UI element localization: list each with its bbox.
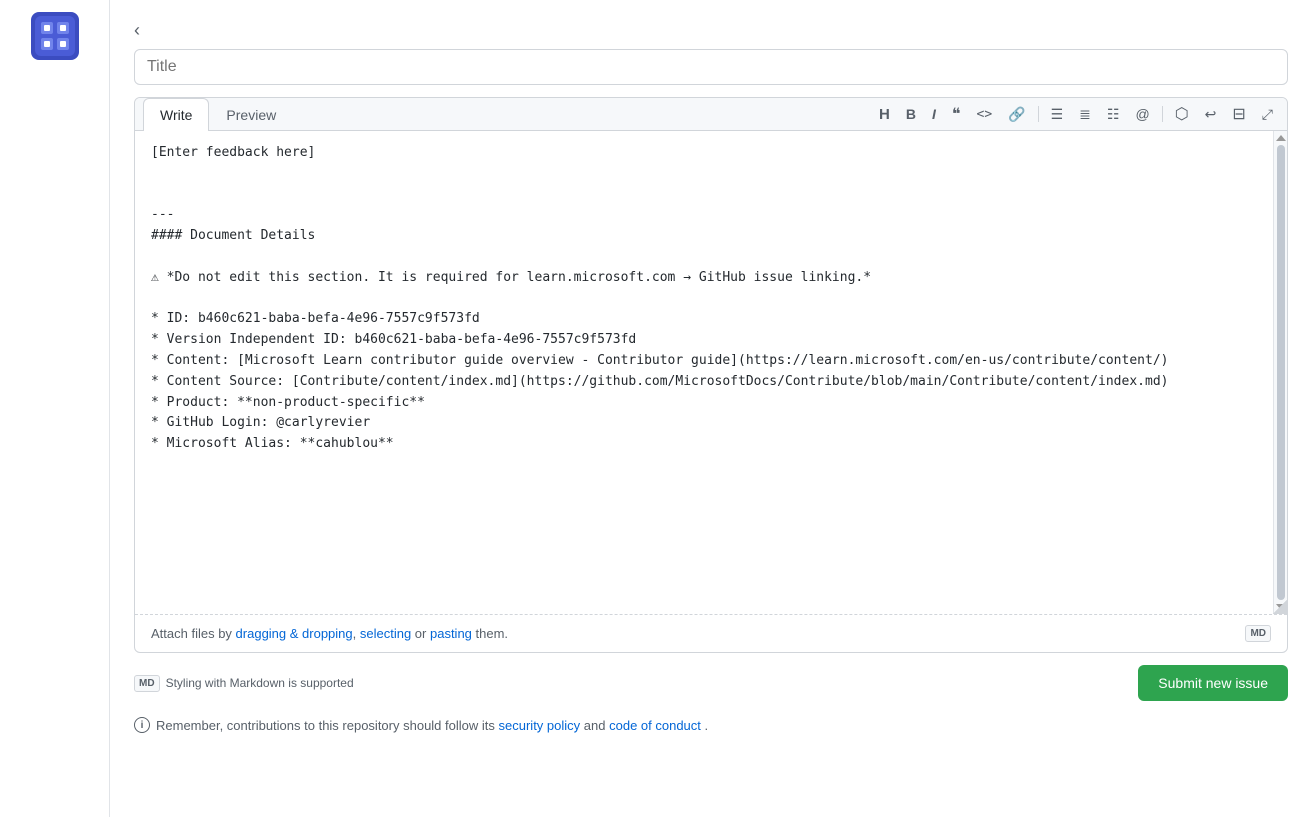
- editor-tabs: Write Preview H B I ❝ <> 🔗 ☰ ≣ ☷ @ ⬡ ↩: [135, 98, 1287, 131]
- markdown-icon-attach: MD: [1245, 625, 1271, 642]
- unordered-list-btn[interactable]: ☰: [1045, 102, 1070, 127]
- ordered-list-btn[interactable]: ≣: [1073, 102, 1097, 127]
- footer-note: i Remember, contributions to this reposi…: [134, 717, 1288, 733]
- markdown-info: MD Styling with Markdown is supported: [134, 675, 354, 692]
- editor-inner: [Enter feedback here] --- #### Document …: [135, 131, 1287, 614]
- tab-write[interactable]: Write: [143, 98, 209, 131]
- mention-btn[interactable]: @: [1129, 102, 1155, 126]
- heading-btn[interactable]: H: [873, 102, 896, 127]
- scrollbar-up-arrow[interactable]: [1276, 135, 1286, 141]
- bottom-bar: MD Styling with Markdown is supported Su…: [134, 665, 1288, 701]
- editor-textarea[interactable]: [Enter feedback here] --- #### Document …: [135, 131, 1287, 611]
- editor-container: Write Preview H B I ❝ <> 🔗 ☰ ≣ ☷ @ ⬡ ↩: [134, 97, 1288, 653]
- link-btn[interactable]: 🔗: [1002, 102, 1031, 127]
- app-logo[interactable]: [31, 12, 79, 60]
- submit-button[interactable]: Submit new issue: [1138, 665, 1288, 701]
- attach-paste-link[interactable]: pasting: [430, 626, 472, 641]
- toolbar-divider-1: [1038, 106, 1039, 122]
- scrollbar-thumb[interactable]: [1277, 145, 1285, 600]
- attach-drag-link[interactable]: dragging & dropping: [236, 626, 353, 641]
- sidebar: [0, 0, 110, 817]
- info-icon: i: [134, 717, 150, 733]
- toolbar-divider-2: [1162, 106, 1163, 122]
- bold-btn[interactable]: B: [900, 102, 922, 126]
- title-input[interactable]: [134, 49, 1288, 85]
- code-of-conduct-link[interactable]: code of conduct: [609, 718, 701, 733]
- security-policy-link[interactable]: security policy: [499, 718, 581, 733]
- editor-toolbar: H B I ❝ <> 🔗 ☰ ≣ ☷ @ ⬡ ↩ ⊟ ⤢: [873, 100, 1279, 128]
- attach-area: Attach files by dragging & dropping, sel…: [135, 614, 1287, 652]
- code-btn[interactable]: <>: [971, 103, 999, 126]
- tab-preview[interactable]: Preview: [209, 98, 293, 131]
- editor-scrollbar[interactable]: [1273, 131, 1287, 614]
- ref-btn[interactable]: ⬡: [1169, 100, 1195, 128]
- italic-btn[interactable]: I: [926, 102, 942, 126]
- resize-handle[interactable]: [1273, 600, 1287, 614]
- strikethrough-btn[interactable]: ⊟: [1226, 100, 1251, 128]
- main-content: ‹ Write Preview H B I ❝ <> 🔗 ☰ ≣ ☷: [110, 0, 1312, 817]
- attach-select-link[interactable]: selecting: [360, 626, 411, 641]
- back-arrow[interactable]: ‹: [134, 20, 140, 41]
- markdown-icon-bottom: MD: [134, 675, 160, 692]
- fullscreen-btn[interactable]: ⤢: [1256, 102, 1279, 127]
- attach-text: Attach files by dragging & dropping, sel…: [151, 626, 508, 641]
- markdown-info-text: Styling with Markdown is supported: [166, 676, 354, 690]
- task-list-btn[interactable]: ☷: [1101, 102, 1126, 127]
- undo-btn[interactable]: ↩: [1199, 102, 1223, 127]
- quote-btn[interactable]: ❝: [946, 100, 967, 128]
- footer-text: Remember, contributions to this reposito…: [156, 718, 708, 733]
